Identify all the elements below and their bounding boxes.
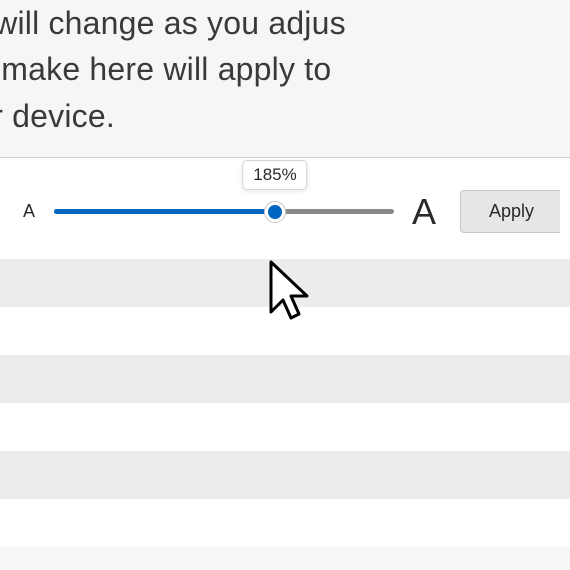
slider-thumb-inner [268, 205, 282, 219]
slider-track-fill [54, 209, 275, 214]
text-size-slider[interactable]: 185% [54, 200, 394, 224]
list-row-alt [0, 355, 570, 403]
slider-min-label: A [18, 201, 40, 222]
slider-tooltip: 185% [242, 160, 307, 190]
slider-row: A 185% A Apply [0, 190, 570, 233]
text-size-slider-section: A 185% A Apply [0, 158, 570, 259]
list-row-alt [0, 259, 570, 307]
description-line-2: you make here will apply to [0, 51, 331, 87]
list-row [0, 403, 570, 451]
list-row [0, 499, 570, 547]
list-row [0, 307, 570, 355]
list-row-alt [0, 451, 570, 499]
apply-button[interactable]: Apply [460, 190, 560, 233]
slider-max-label: A [412, 191, 436, 233]
description-line-3: your device. [0, 98, 115, 134]
slider-thumb[interactable] [264, 201, 286, 223]
description-text: rds will change as you adjus you make he… [0, 0, 570, 157]
description-line-1: rds will change as you adjus [0, 5, 346, 41]
